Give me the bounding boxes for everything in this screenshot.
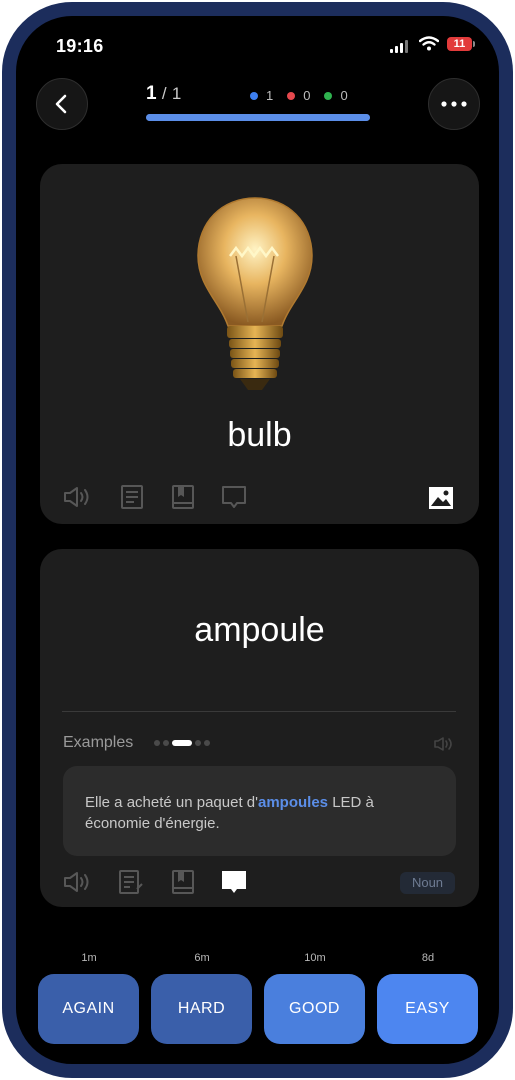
phone-frame: 19:16 11 1 / 1 1 0 0 bulb ampoule Exampl…: [2, 2, 513, 1078]
front-word: bulb: [227, 416, 292, 454]
speaker-icon[interactable]: [62, 870, 92, 894]
new-dot-icon: [250, 91, 258, 100]
note-icon[interactable]: [120, 484, 144, 510]
back-button[interactable]: [36, 78, 88, 130]
light-bulb-icon: [197, 197, 313, 390]
learning-count: 0: [303, 88, 311, 103]
speaker-icon[interactable]: [62, 485, 92, 509]
examples-label: Examples: [63, 734, 134, 751]
pager-dot: [204, 740, 210, 746]
stat-review: 0: [324, 88, 348, 103]
progress-bar: [146, 114, 370, 121]
interval-again: 1m: [81, 952, 97, 964]
book-icon[interactable]: [171, 484, 195, 510]
review-dot-icon: [324, 91, 333, 100]
example-highlight: ampoules: [258, 794, 329, 811]
image-icon[interactable]: [428, 486, 454, 510]
interval-good: 10m: [304, 952, 326, 964]
hard-button[interactable]: HARD: [151, 974, 252, 1044]
stat-new: 1: [250, 88, 273, 103]
comment-icon[interactable]: [221, 870, 247, 896]
battery-icon: 11: [447, 37, 472, 51]
pager-dot: [163, 740, 169, 746]
signal-icon: [390, 40, 408, 53]
total-cards: 1: [171, 84, 182, 103]
review-stats: 1 0 0: [250, 88, 356, 103]
back-word: ampoule: [194, 611, 325, 649]
counter-separator: /: [161, 84, 167, 103]
example-before: Elle a acheté un paquet d': [85, 794, 258, 811]
example-speaker-icon[interactable]: [433, 736, 455, 752]
learning-dot-icon: [287, 91, 296, 100]
back-arrow-icon: [55, 94, 67, 114]
progress-fill: [146, 114, 370, 121]
more-button[interactable]: [428, 78, 480, 130]
note-edit-icon[interactable]: [118, 869, 144, 895]
current-card: 1: [146, 83, 157, 104]
examples-pager[interactable]: [154, 740, 210, 746]
comment-icon[interactable]: [221, 485, 247, 511]
review-count: 0: [340, 88, 348, 103]
pager-dot: [154, 740, 160, 746]
stat-learning: 0: [287, 88, 310, 103]
again-button[interactable]: AGAIN: [38, 974, 139, 1044]
divider: [62, 711, 456, 712]
card-counter: 1 / 1: [146, 83, 181, 105]
interval-easy: 8d: [421, 952, 435, 964]
easy-button[interactable]: EASY: [377, 974, 478, 1044]
example-sentence: Elle a acheté un paquet d'ampoules LED à…: [63, 766, 456, 856]
good-button[interactable]: GOOD: [264, 974, 365, 1044]
front-card[interactable]: bulb: [40, 164, 479, 524]
wifi-icon: [418, 36, 440, 56]
part-of-speech-badge: Noun: [400, 872, 455, 894]
more-icon: [441, 101, 467, 107]
interval-hard: 6m: [194, 952, 210, 964]
new-count: 1: [266, 88, 274, 103]
pager-dot-active: [172, 740, 192, 746]
status-time: 19:16: [56, 36, 104, 56]
book-icon[interactable]: [171, 869, 195, 895]
pager-dot: [195, 740, 201, 746]
battery-cap: [473, 41, 475, 47]
